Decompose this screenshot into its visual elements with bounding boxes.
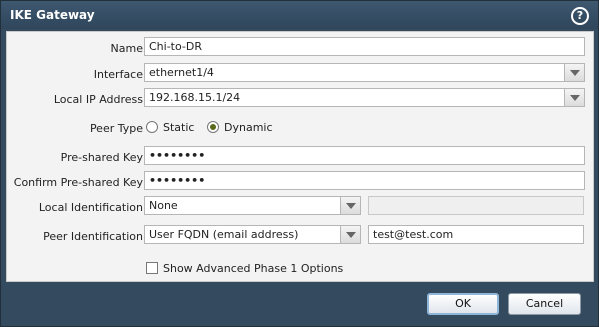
interface-value: ethernet1/4 (149, 66, 214, 79)
local-ip-select[interactable]: 192.168.15.1/24 (144, 88, 585, 107)
peer-type-static-label[interactable]: Static (163, 121, 194, 134)
local-identification-row: Local Identification None (7, 196, 593, 220)
peer-identification-label: Peer Identification (43, 230, 143, 243)
confirm-psk-row: Confirm Pre-shared Key •••••••• (7, 171, 593, 195)
interface-row: Interface ethernet1/4 (7, 63, 593, 87)
peer-identification-type-select[interactable]: User FQDN (email address) (144, 225, 361, 244)
name-input[interactable]: Chi-to-DR (144, 37, 585, 56)
advanced-options-row: Show Advanced Phase 1 Options (7, 258, 593, 282)
psk-label: Pre-shared Key (60, 151, 143, 164)
help-icon[interactable]: ? (571, 7, 589, 25)
psk-row: Pre-shared Key •••••••• (7, 146, 593, 170)
local-ip-dropdown-icon[interactable] (564, 89, 584, 106)
psk-input[interactable]: •••••••• (144, 146, 585, 165)
name-row: Name Chi-to-DR (7, 37, 593, 61)
peer-type-dynamic-radio[interactable] (207, 121, 219, 133)
local-identification-value-input (368, 196, 584, 215)
local-identification-type-select[interactable]: None (144, 196, 361, 215)
confirm-psk-label: Confirm Pre-shared Key (13, 176, 143, 189)
local-ip-label: Local IP Address (53, 93, 143, 106)
peer-type-dynamic-label[interactable]: Dynamic (224, 121, 273, 134)
peer-identification-dropdown-icon[interactable] (340, 226, 360, 243)
advanced-options-checkbox[interactable] (146, 262, 158, 274)
peer-type-static-radio[interactable] (146, 121, 158, 133)
local-ip-value: 192.168.15.1/24 (149, 91, 241, 104)
title-bar: IKE Gateway ? (1, 1, 598, 29)
form-panel: Name Chi-to-DR Interface ethernet1/4 Loc… (6, 31, 594, 282)
peer-identification-row: Peer Identification User FQDN (email add… (7, 225, 593, 249)
interface-dropdown-icon[interactable] (564, 64, 584, 81)
peer-identification-value-input[interactable]: test@test.com (368, 225, 584, 244)
confirm-psk-input[interactable]: •••••••• (144, 171, 585, 190)
local-identification-type-value: None (149, 199, 178, 212)
peer-type-label: Peer Type (89, 122, 143, 135)
local-identification-label: Local Identification (38, 201, 143, 214)
ok-button[interactable]: OK (427, 293, 499, 315)
peer-identification-type-value: User FQDN (email address) (149, 228, 299, 241)
local-identification-dropdown-icon[interactable] (340, 197, 360, 214)
ike-gateway-dialog: IKE Gateway ? Name Chi-to-DR Interface e… (0, 0, 599, 327)
dialog-title: IKE Gateway (10, 8, 95, 22)
cancel-button[interactable]: Cancel (508, 293, 581, 315)
advanced-options-label[interactable]: Show Advanced Phase 1 Options (163, 262, 343, 275)
name-label: Name (110, 42, 143, 55)
interface-select[interactable]: ethernet1/4 (144, 63, 585, 82)
interface-label: Interface (93, 68, 143, 81)
local-ip-row: Local IP Address 192.168.15.1/24 (7, 88, 593, 112)
peer-type-row: Peer Type Static Dynamic (7, 117, 593, 141)
